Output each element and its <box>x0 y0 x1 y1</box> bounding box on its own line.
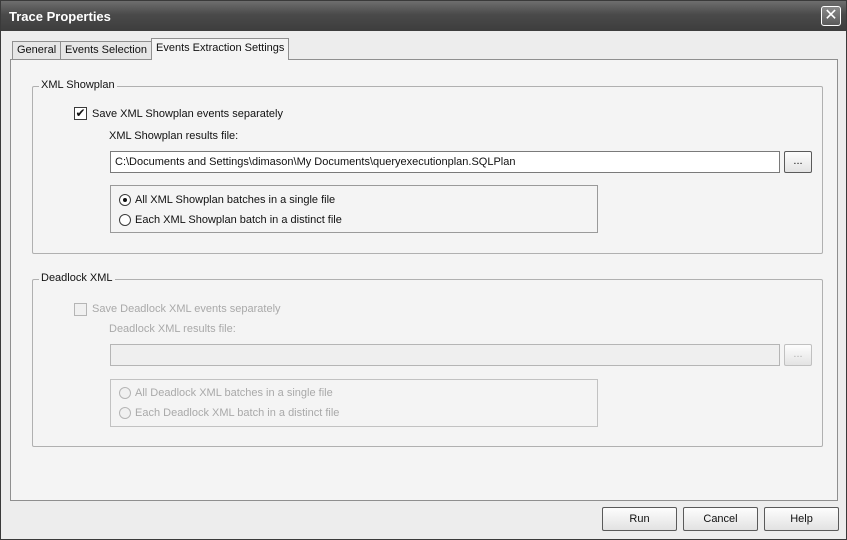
deadlock-xml-legend: Deadlock XML <box>39 272 115 284</box>
deadlock-xml-distinct-file-radio[interactable] <box>119 407 131 419</box>
deadlock-xml-results-file-input[interactable] <box>110 344 780 366</box>
tab-general[interactable]: General <box>12 41 62 59</box>
close-icon[interactable]: ✕ <box>821 6 841 26</box>
xml-showplan-browse-button[interactable]: ... <box>784 151 812 173</box>
save-deadlock-xml-checkbox[interactable] <box>74 303 87 316</box>
deadlock-xml-single-file-radio[interactable] <box>119 387 131 399</box>
deadlock-xml-single-file-label: All Deadlock XML batches in a single fil… <box>135 387 333 399</box>
deadlock-xml-group: Deadlock XML Save Deadlock XML events se… <box>32 272 823 447</box>
window-title: Trace Properties <box>9 9 111 24</box>
deadlock-xml-results-label: Deadlock XML results file: <box>109 323 236 335</box>
check-icon: ✔ <box>75 106 86 120</box>
deadlock-xml-browse-button[interactable]: ... <box>784 344 812 366</box>
cancel-button[interactable]: Cancel <box>683 507 758 531</box>
xml-showplan-results-label: XML Showplan results file: <box>109 130 239 142</box>
deadlock-xml-file-mode-group: All Deadlock XML batches in a single fil… <box>110 379 598 427</box>
xml-showplan-file-mode-group: All XML Showplan batches in a single fil… <box>110 185 598 233</box>
deadlock-xml-distinct-file-label: Each Deadlock XML batch in a distinct fi… <box>135 407 340 419</box>
xml-showplan-distinct-file-label: Each XML Showplan batch in a distinct fi… <box>135 214 342 226</box>
xml-showplan-results-file-input[interactable]: C:\Documents and Settings\dimason\My Doc… <box>110 151 780 173</box>
save-xml-showplan-checkbox[interactable]: ✔ <box>74 107 87 120</box>
xml-showplan-single-file-label: All XML Showplan batches in a single fil… <box>135 194 336 206</box>
tab-panel-events-extraction: XML Showplan ✔ Save XML Showplan events … <box>10 59 838 501</box>
title-bar[interactable]: Trace Properties ✕ <box>1 1 846 31</box>
run-button[interactable]: Run <box>602 507 677 531</box>
xml-showplan-single-file-radio[interactable] <box>119 194 131 206</box>
tab-events-extraction-settings[interactable]: Events Extraction Settings <box>151 38 290 60</box>
tab-events-selection[interactable]: Events Selection <box>60 41 152 59</box>
help-button[interactable]: Help <box>764 507 839 531</box>
save-deadlock-xml-label: Save Deadlock XML events separately <box>92 303 281 315</box>
xml-showplan-distinct-file-radio[interactable] <box>119 214 131 226</box>
trace-properties-window: Trace Properties ✕ General Events Select… <box>0 0 847 540</box>
xml-showplan-group: XML Showplan ✔ Save XML Showplan events … <box>32 79 823 254</box>
save-xml-showplan-label: Save XML Showplan events separately <box>92 108 283 120</box>
xml-showplan-legend: XML Showplan <box>39 79 117 91</box>
